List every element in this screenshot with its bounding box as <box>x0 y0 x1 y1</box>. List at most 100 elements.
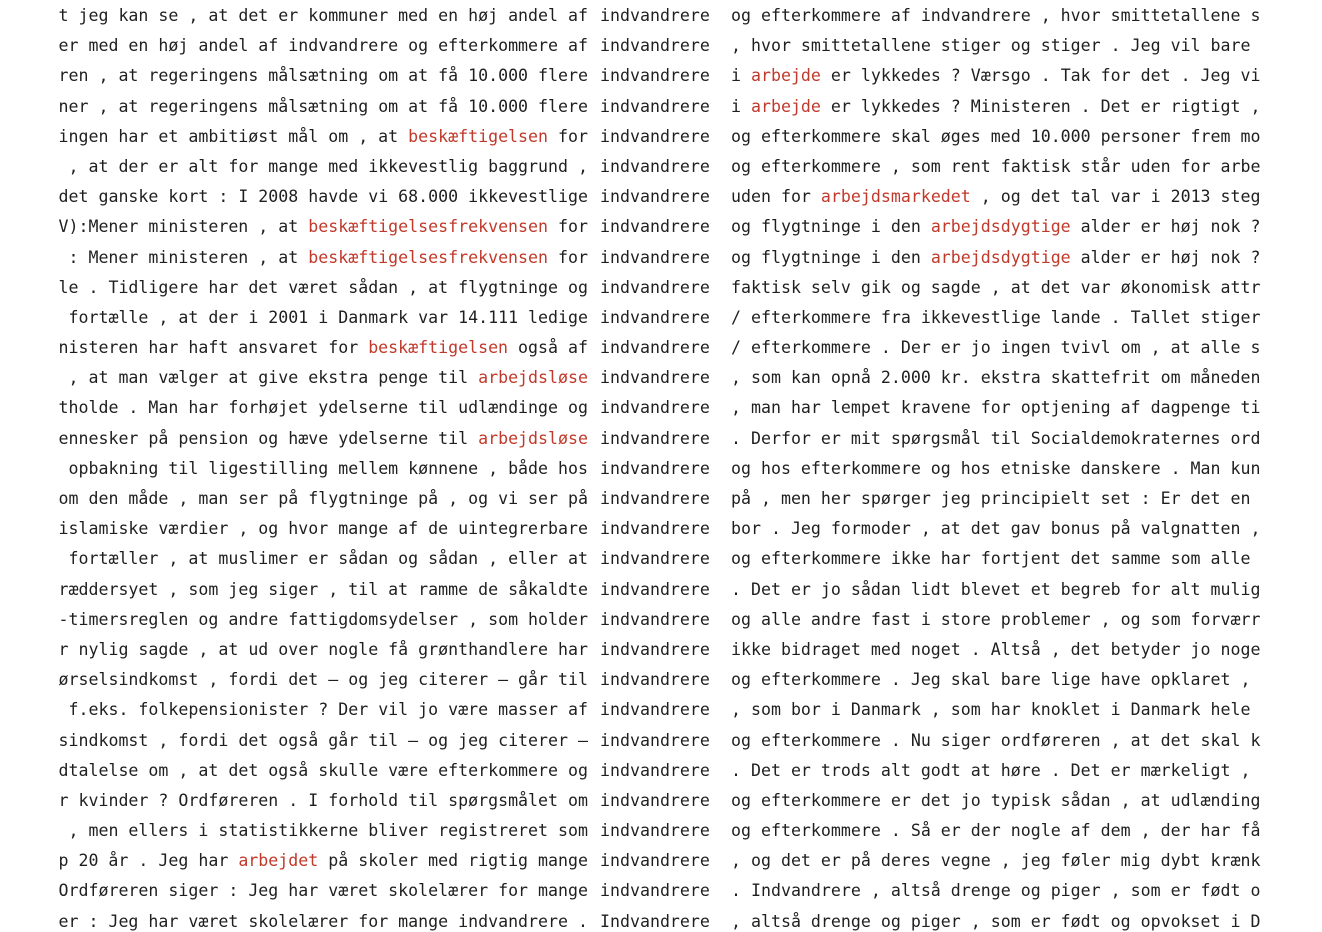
left-context: t jeg kan se , at det er kommuner med en… <box>59 1 589 31</box>
keyword: indvandrere <box>600 519 710 539</box>
context-text: alder er høj nok ? <box>1070 247 1261 267</box>
context-text: , man har lempet kravene for optjening a… <box>731 398 1261 418</box>
right-context: . Derfor er mit spørgsmål til Socialdemo… <box>731 424 1261 454</box>
concordance-line: tholde . Man har forhøjet ydelserne til … <box>0 393 1322 423</box>
concordance-line: sindkomst , fordi det også går til – og … <box>0 726 1322 756</box>
context-text: på , men her spørger jeg principielt set… <box>731 489 1251 508</box>
context-text: . Det er trods alt godt at høre . Det er… <box>731 760 1251 780</box>
concordance-line: t jeg kan se , at det er kommuner med en… <box>0 1 1322 31</box>
highlighted-term: arbejdsmarkedet <box>820 187 971 207</box>
context-text: , og det er på deres vegne , jeg føler m… <box>731 851 1261 871</box>
context-text: og hos efterkommere og hos etniske dansk… <box>731 458 1261 478</box>
context-text: er lykkedes ? Værsgo . Tak for det . Jeg… <box>820 66 1261 86</box>
concordance-line: er : Jeg har været skolelærer for mange … <box>0 907 1322 932</box>
context-text: om den måde , man ser på flygtninge på ,… <box>58 489 589 508</box>
left-context: er med en høj andel af indvandrere og ef… <box>59 31 589 61</box>
right-context: og efterkommere af indvandrere , hvor sm… <box>731 1 1261 31</box>
concordance-line: ingen har et ambitiøst mål om , at beskæ… <box>0 122 1322 152</box>
keyword: indvandrere <box>600 338 710 358</box>
right-context: / efterkommere fra ikkevestlige lande . … <box>731 303 1261 333</box>
context-text: og efterkommere ikke har fortjent det sa… <box>731 549 1251 569</box>
concordance-line: ørselsindkomst , fordi det – og jeg cite… <box>0 665 1322 695</box>
left-context: r kvinder ? Ordføreren . I forhold til s… <box>59 786 589 816</box>
left-context: ner , at regeringens målsætning om at få… <box>59 92 589 122</box>
left-context: ørselsindkomst , fordi det – og jeg cite… <box>59 665 589 695</box>
left-context: om den måde , man ser på flygtninge på ,… <box>59 484 589 514</box>
context-text: , og det tal var i 2013 steg <box>970 187 1261 207</box>
context-text: f.eks. folkepensionister ? Der vil jo væ… <box>58 700 588 720</box>
context-text: V):Mener ministeren , at <box>58 217 309 237</box>
concordance-line: det ganske kort : I 2008 havde vi 68.000… <box>0 182 1322 212</box>
highlighted-term: beskæftigelsesfrekvensen <box>308 217 549 237</box>
left-context: , men ellers i statistikkerne bliver reg… <box>58 816 588 846</box>
right-context: , som kan opnå 2.000 kr. ekstra skattefr… <box>731 363 1261 393</box>
keyword: indvandrere <box>600 790 710 810</box>
right-context: i arbejde er lykkedes ? Værsgo . Tak for… <box>731 61 1261 91</box>
left-context: f.eks. folkepensionister ? Der vil jo væ… <box>58 695 588 725</box>
right-context: , hvor smittetallene stiger og stiger . … <box>731 31 1251 61</box>
context-text: , som bor i Danmark , som har knoklet i … <box>731 700 1251 720</box>
right-context: på , men her spørger jeg principielt set… <box>731 484 1251 514</box>
concordance-line: dtalelse om , at det også skulle være ef… <box>0 756 1322 786</box>
context-text: i <box>731 96 751 116</box>
context-text: opbakning til ligestilling mellem kønnen… <box>58 458 588 478</box>
keyword: indvandrere <box>600 398 710 418</box>
keyword: indvandrere <box>600 96 710 116</box>
context-text: nisteren har haft ansvaret for <box>58 338 369 358</box>
left-context: , at man vælger at give ekstra penge til… <box>58 363 588 393</box>
left-context: ennesker på pension og hæve ydelserne ti… <box>59 424 589 454</box>
left-context: : Mener ministeren , at beskæftigelsesfr… <box>58 243 588 273</box>
context-text: er lykkedes ? Ministeren . Det er rigtig… <box>820 96 1261 116</box>
context-text: alder er høj nok ? <box>1070 217 1261 237</box>
context-text: islamiske værdier , og hvor mange af de … <box>58 519 589 539</box>
context-text: og efterkommere af indvandrere , hvor sm… <box>731 6 1261 25</box>
keyword: indvandrere <box>600 639 710 659</box>
concordance-line: V):Mener ministeren , at beskæftigelsesf… <box>0 212 1322 242</box>
context-text: for <box>548 217 588 237</box>
keyword: indvandrere <box>600 66 710 86</box>
context-text: , at man vælger at give ekstra penge til <box>58 368 479 388</box>
left-context: fortæller , at muslimer er sådan og såda… <box>59 544 588 574</box>
context-text: dtalelse om , at det også skulle være ef… <box>58 760 589 780</box>
right-context: ikke bidraget med noget . Altså , det be… <box>731 635 1261 665</box>
keyword: indvandrere <box>600 247 710 267</box>
concordance-line: opbakning til ligestilling mellem kønnen… <box>0 454 1322 484</box>
keyword: indvandrere <box>600 670 710 690</box>
context-text: er : Jeg har været skolelærer for mange … <box>58 911 589 931</box>
highlighted-term: beskæftigelsen <box>408 126 549 146</box>
highlighted-term: arbejdsdygtige <box>930 247 1071 267</box>
right-context: og hos efterkommere og hos etniske dansk… <box>731 454 1261 484</box>
keyword: indvandrere <box>600 549 710 569</box>
left-context: , at der er alt for mange med ikkevestli… <box>59 152 588 182</box>
left-context: opbakning til ligestilling mellem kønnen… <box>58 454 588 484</box>
keyword: indvandrere <box>600 821 710 841</box>
context-text: : Mener ministeren , at <box>58 247 309 267</box>
right-context: og efterkommere skal øges med 10.000 per… <box>731 122 1261 152</box>
context-text: tholde . Man har forhøjet ydelserne til … <box>58 398 589 418</box>
context-text: , men ellers i statistikkerne bliver reg… <box>58 821 588 841</box>
context-text: ner , at regeringens målsætning om at få… <box>58 96 589 116</box>
concordance-line: Ordføreren siger : Jeg har været skolelæ… <box>0 876 1322 906</box>
concordance-line: r nylig sagde , at ud over nogle få grøn… <box>0 635 1322 665</box>
left-context: sindkomst , fordi det også går til – og … <box>59 726 589 756</box>
context-text: ingen har et ambitiøst mål om , at <box>58 126 409 146</box>
context-text: p 20 år . Jeg har <box>58 851 239 871</box>
concordance-line: islamiske værdier , og hvor mange af de … <box>0 514 1322 544</box>
highlighted-term: arbejde <box>750 66 821 86</box>
context-text: og efterkommere er det jo typisk sådan ,… <box>731 790 1261 810</box>
highlighted-term: arbejdsløse <box>478 428 588 448</box>
left-context: ren , at regeringens målsætning om at få… <box>59 61 589 91</box>
context-text: er med en høj andel af indvandrere og ef… <box>58 36 589 56</box>
right-context: . Det er trods alt godt at høre . Det er… <box>731 756 1251 786</box>
left-context: r nylig sagde , at ud over nogle få grøn… <box>59 635 589 665</box>
context-text: uden for <box>731 187 821 207</box>
right-context: , og det er på deres vegne , jeg føler m… <box>731 846 1261 876</box>
right-context: , man har lempet kravene for optjening a… <box>731 393 1261 423</box>
concordance-line: f.eks. folkepensionister ? Der vil jo væ… <box>0 695 1322 725</box>
context-text: t jeg kan se , at det er kommuner med en… <box>58 6 589 25</box>
context-text: ennesker på pension og hæve ydelserne ti… <box>58 428 479 448</box>
context-text: -timersreglen og andre fattigdomsydelser… <box>58 609 589 629</box>
left-context: Ordføreren siger : Jeg har været skolelæ… <box>59 876 589 906</box>
concordance-line: r kvinder ? Ordføreren . I forhold til s… <box>0 786 1322 816</box>
concordance-line: -timersreglen og andre fattigdomsydelser… <box>0 605 1322 635</box>
